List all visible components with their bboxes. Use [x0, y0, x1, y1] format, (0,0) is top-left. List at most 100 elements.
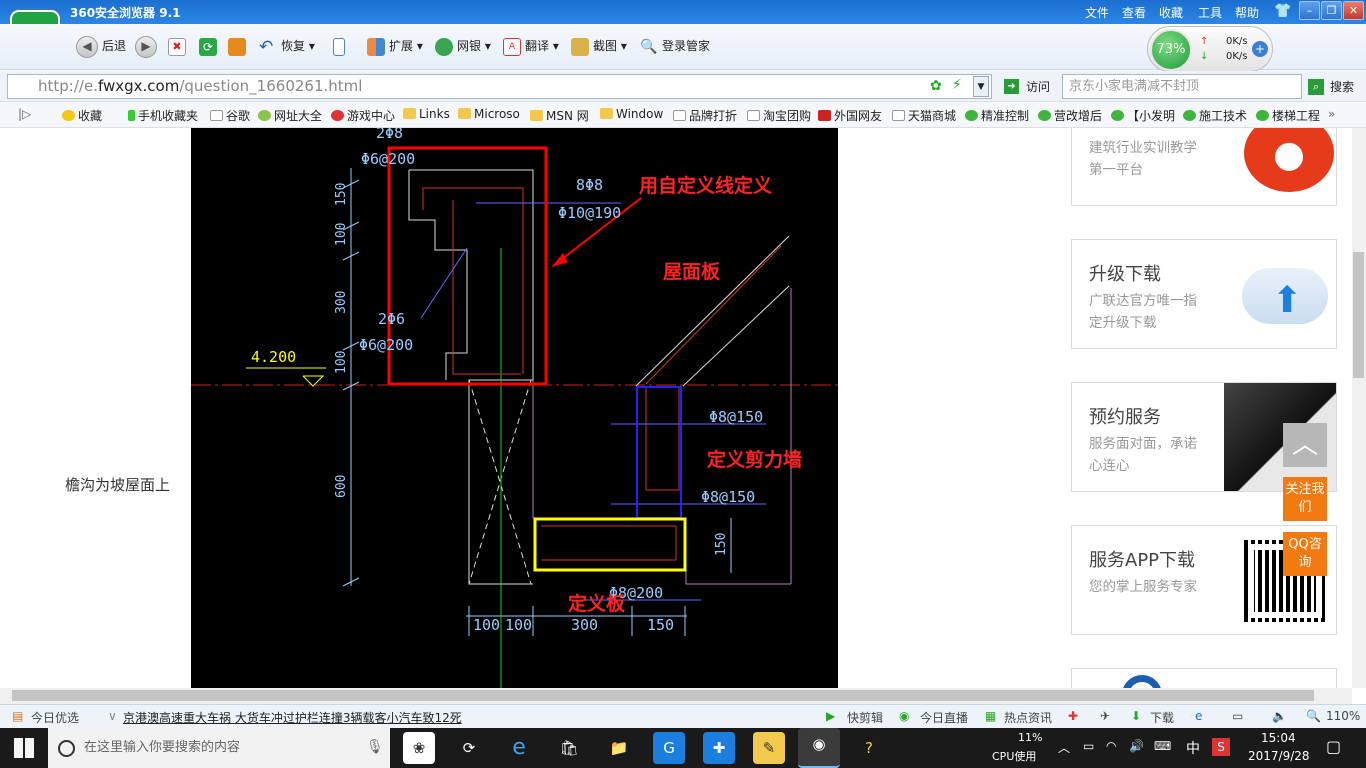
close-button[interactable]: ✕ [1343, 1, 1364, 20]
plus-icon[interactable]: + [1252, 41, 1268, 57]
menu-help[interactable]: 帮助 [1235, 4, 1259, 21]
manager-button[interactable]: 🔍 登录管家 [640, 35, 710, 57]
screenshot-button[interactable]: 截图 ▾ [571, 35, 627, 57]
bookmark-foreign[interactable]: 外国网友 [818, 107, 882, 124]
translate-button[interactable]: A 翻译 ▾ [503, 35, 559, 57]
forward-arrow-icon[interactable]: ▶ [135, 36, 157, 58]
skin-icon[interactable]: 👕 [1274, 3, 1291, 19]
taskbar-search-input[interactable]: 在这里输入你要搜索的内容 [48, 728, 390, 768]
bookmark-invention[interactable]: 【小发明 [1111, 107, 1175, 124]
back-label[interactable]: 后退 [102, 35, 126, 57]
card-partial[interactable] [1071, 668, 1337, 688]
bookmark-taobao[interactable]: 淘宝团购 [747, 107, 811, 124]
explorer-icon[interactable]: 📁 [603, 732, 635, 764]
help-icon[interactable]: ? [853, 732, 885, 764]
store-icon[interactable]: 🛍 [553, 732, 585, 764]
qq-consult-button[interactable]: QQ咨询 [1283, 532, 1327, 576]
phone-icon[interactable] [333, 35, 349, 57]
speed-mode-icon[interactable]: ⚡ [952, 77, 962, 93]
glodon-icon[interactable]: G [653, 732, 685, 764]
tray-chevron-icon[interactable]: ︿ [1058, 739, 1070, 756]
search-button[interactable]: 搜索 [1330, 78, 1354, 95]
bookmark-mobile[interactable]: 手机收藏夹 [128, 107, 198, 124]
wifi-icon[interactable]: ◠ [1106, 739, 1116, 753]
bookmark-favorites[interactable]: 收藏 [62, 107, 102, 124]
menu-favorites[interactable]: 收藏 [1159, 4, 1183, 21]
speaker-icon[interactable]: 🔊 [1129, 739, 1144, 753]
bookmark-links[interactable]: Links [403, 107, 450, 121]
menu-file[interactable]: 文件 [1085, 4, 1109, 21]
maximize-button[interactable]: ❐ [1321, 1, 1342, 20]
stop-button[interactable]: ✖ [168, 35, 190, 57]
more-chevron-icon[interactable]: » [1328, 107, 1335, 121]
restore-button[interactable]: ↶ 恢复 ▾ [259, 35, 315, 57]
bookmark-games[interactable]: 游戏中心 [331, 107, 395, 124]
sogou-icon[interactable]: S [1212, 738, 1230, 756]
keyboard-icon[interactable]: ⌨ [1154, 739, 1171, 753]
chevron-down-icon[interactable]: ∨ [108, 709, 117, 723]
card-training[interactable]: 建筑行业实训教学第一平台 [1071, 128, 1337, 206]
ie-icon[interactable]: e [1195, 709, 1202, 723]
news-ticker[interactable]: 京港澳高速重大车祸 大货车冲过护栏连撞3辆载客小汽车致12死 [123, 709, 462, 726]
menu-view[interactable]: 查看 [1122, 4, 1146, 21]
network-icon[interactable]: ▭ [1083, 739, 1094, 753]
follow-us-button[interactable]: 关注我们 [1283, 477, 1327, 521]
bookmark-construction[interactable]: 施工技术 [1183, 107, 1247, 124]
bookmark-vat[interactable]: 营改增后 [1038, 107, 1102, 124]
today-live[interactable]: 今日直播 [920, 709, 968, 726]
bookmark-msn[interactable]: MSN 网 [530, 107, 589, 124]
pin-icon[interactable]: ✈ [1100, 709, 1110, 723]
today-pick[interactable]: 今日优选 [31, 709, 79, 726]
zoom-level[interactable]: 110% [1326, 709, 1360, 723]
vertical-scroll-thumb[interactable] [1353, 252, 1364, 378]
network-speed-widget[interactable]: 73% ↑ 0K/s ↓ 0K/s + [1147, 26, 1273, 72]
security-icon[interactable]: ✿ [930, 78, 942, 94]
notes-icon[interactable]: ✎ [753, 732, 785, 764]
bookmark-label: 施工技术 [1199, 109, 1248, 123]
bookmark-brand[interactable]: 品牌打折 [673, 107, 737, 124]
menu-tools[interactable]: 工具 [1198, 4, 1222, 21]
volume-icon[interactable]: 🔈 [1272, 709, 1287, 723]
bookmark-precise[interactable]: 精准控制 [965, 107, 1029, 124]
bookmark-hao[interactable]: 网址大全 [258, 107, 322, 124]
zoom-icon[interactable]: 🔍 [1306, 709, 1321, 723]
browser-360-icon[interactable]: ◉ [798, 728, 840, 768]
search-icon[interactable]: ⌕ [1308, 79, 1324, 95]
back-to-top-button[interactable]: ︿ [1283, 423, 1327, 467]
home-icon[interactable] [228, 35, 250, 57]
go-arrow-icon[interactable]: ➜ [1004, 79, 1019, 94]
clock-time[interactable]: 15:04 [1261, 731, 1296, 745]
window-icon[interactable]: ▭ [1232, 709, 1243, 723]
bookmark-stairs[interactable]: 楼梯工程 [1256, 107, 1320, 124]
bookmark-microsoft[interactable]: Microso [458, 107, 520, 121]
bookmark-windows[interactable]: Window [600, 107, 663, 121]
clock-date[interactable]: 2017/9/28 [1248, 749, 1310, 763]
health-icon[interactable]: ✚ [1068, 709, 1078, 723]
bookmark-tmall[interactable]: 天猫商城 [892, 107, 956, 124]
edge-icon[interactable]: e [503, 732, 535, 764]
back-arrow-icon[interactable]: ◀ [76, 36, 98, 58]
refresh-button[interactable]: ⟳ [199, 35, 221, 57]
card-upgrade[interactable]: 升级下载 广联达官方唯一指定升级下载 ⬆ [1071, 239, 1337, 349]
url-input[interactable]: http://e.fwxgx.com/question_1660261.html [7, 74, 992, 99]
dropdown-arrow-icon[interactable]: ▼ [973, 76, 989, 97]
bookmark-google[interactable]: 谷歌 [210, 107, 250, 124]
taskview-icon[interactable]: ❀ [403, 732, 435, 764]
extend-button[interactable]: 扩展 ▾ [367, 35, 423, 57]
horizontal-scroll-thumb[interactable] [12, 690, 1314, 701]
sidebar-toggle-icon[interactable]: |▷ [18, 107, 31, 121]
minimize-button[interactable]: – [1299, 1, 1320, 20]
vertical-scrollbar[interactable] [1352, 128, 1366, 688]
tool-icon[interactable]: ✚ [703, 732, 735, 764]
visit-button[interactable]: 访问 [1026, 78, 1050, 95]
windows-start-icon[interactable] [14, 738, 34, 758]
microphone-icon[interactable]: 🎙 [366, 739, 384, 755]
browser-green-icon[interactable]: ⟳ [453, 732, 485, 764]
bank-button[interactable]: 网银 ▾ [435, 35, 491, 57]
search-input[interactable]: 京东小家电满减不封顶 [1062, 74, 1302, 99]
notification-icon[interactable]: ▢ [1326, 737, 1341, 756]
ime-indicator[interactable]: 中 [1186, 738, 1200, 758]
download-button[interactable]: 下载 [1150, 709, 1174, 726]
quick-clip[interactable]: 快剪辑 [847, 709, 883, 726]
hot-news[interactable]: 热点资讯 [1004, 709, 1052, 726]
